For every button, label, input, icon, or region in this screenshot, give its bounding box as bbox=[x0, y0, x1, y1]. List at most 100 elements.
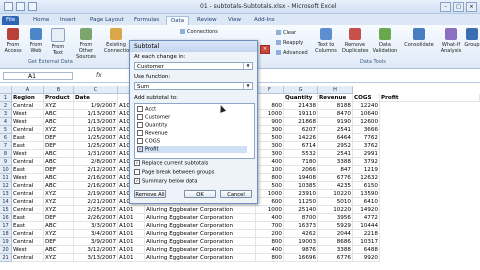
table-cell[interactable]: Central bbox=[12, 198, 44, 206]
table-cell[interactable]: Alluring Eggbeater Corporation bbox=[145, 254, 256, 262]
table-cell[interactable]: 10220 bbox=[318, 190, 353, 198]
table-cell[interactable]: 2/19/2007 bbox=[74, 190, 118, 198]
table-cell[interactable]: 9190 bbox=[318, 118, 353, 126]
table-cell[interactable]: A101 bbox=[118, 230, 145, 238]
use-function-select[interactable]: Sum ▼ bbox=[134, 82, 253, 90]
table-cell[interactable]: XYZ bbox=[44, 254, 74, 262]
table-cell[interactable]: ABC bbox=[44, 222, 74, 230]
table-cell[interactable]: 3666 bbox=[353, 126, 380, 134]
tab-formulas[interactable]: Formulas bbox=[130, 16, 163, 25]
table-cell[interactable]: 6776 bbox=[318, 254, 353, 262]
table-cell[interactable]: 6464 bbox=[318, 134, 353, 142]
header-cell[interactable]: Product bbox=[44, 94, 74, 102]
field-customer[interactable]: Customer bbox=[137, 114, 170, 121]
table-cell[interactable]: 2952 bbox=[318, 142, 353, 150]
table-cell[interactable]: East bbox=[12, 166, 44, 174]
table-cell[interactable]: Central bbox=[12, 126, 44, 134]
row-header[interactable]: 17 bbox=[0, 222, 12, 230]
consolidate-button[interactable]: Consolidate bbox=[402, 28, 436, 48]
ok-button[interactable]: OK bbox=[184, 190, 216, 198]
table-cell[interactable]: 19408 bbox=[284, 174, 318, 182]
header-cell[interactable]: Revenue bbox=[318, 94, 353, 102]
table-cell[interactable]: 300 bbox=[256, 142, 284, 150]
table-cell[interactable]: West bbox=[12, 246, 44, 254]
table-cell[interactable]: 2044 bbox=[318, 230, 353, 238]
summary-below-option[interactable]: ✓ Summary below data bbox=[134, 178, 197, 185]
table-cell[interactable]: 10385 bbox=[284, 182, 318, 190]
table-cell[interactable]: 7762 bbox=[353, 134, 380, 142]
table-cell[interactable]: 3/4/2007 bbox=[74, 230, 118, 238]
table-cell[interactable]: 3792 bbox=[353, 158, 380, 166]
table-cell[interactable]: 2/16/2007 bbox=[74, 174, 118, 182]
from-other-sources-button[interactable]: From Other Sources bbox=[72, 28, 100, 60]
table-cell[interactable]: 10317 bbox=[353, 238, 380, 246]
fx-icon[interactable]: fx bbox=[96, 72, 102, 79]
table-cell[interactable]: 1/13/2007 bbox=[74, 118, 118, 126]
tab-file[interactable]: File bbox=[2, 16, 20, 25]
table-cell[interactable]: 1219 bbox=[353, 166, 380, 174]
table-cell[interactable]: DEF bbox=[44, 134, 74, 142]
table-cell[interactable]: Central bbox=[12, 102, 44, 110]
table-cell[interactable]: 9876 bbox=[284, 246, 318, 254]
row-header[interactable]: 8 bbox=[0, 150, 12, 158]
table-cell[interactable]: XYZ bbox=[44, 190, 74, 198]
table-cell[interactable]: 600 bbox=[256, 198, 284, 206]
reapply-button[interactable]: Reapply bbox=[276, 40, 303, 46]
table-cell[interactable]: 7180 bbox=[284, 158, 318, 166]
table-cell[interactable]: 300 bbox=[256, 150, 284, 158]
field-revenue[interactable]: Revenue bbox=[137, 130, 168, 137]
row-header[interactable]: 16 bbox=[0, 214, 12, 222]
table-cell[interactable]: 21438 bbox=[284, 102, 318, 110]
tab-view[interactable]: View bbox=[224, 16, 245, 25]
table-cell[interactable]: 1/13/2007 bbox=[74, 110, 118, 118]
table-cell[interactable]: 6207 bbox=[284, 126, 318, 134]
table-cell[interactable]: 10444 bbox=[353, 222, 380, 230]
table-cell[interactable]: 1/25/2007 bbox=[74, 134, 118, 142]
row-header[interactable]: 2 bbox=[0, 102, 12, 110]
table-cell[interactable]: 1/31/2007 bbox=[74, 150, 118, 158]
field-acct[interactable]: Acct bbox=[137, 106, 156, 113]
table-cell[interactable]: 5010 bbox=[318, 198, 353, 206]
table-cell[interactable]: 1/19/2007 bbox=[74, 126, 118, 134]
table-cell[interactable]: 900 bbox=[256, 118, 284, 126]
save-icon[interactable] bbox=[16, 2, 25, 11]
table-cell[interactable]: 3/12/2007 bbox=[74, 246, 118, 254]
checkbox[interactable] bbox=[137, 122, 143, 128]
field-profit[interactable]: ✓ Profit bbox=[137, 146, 247, 153]
table-cell[interactable]: A101 bbox=[118, 254, 145, 262]
table-cell[interactable]: 14920 bbox=[353, 206, 380, 214]
checkbox[interactable] bbox=[137, 138, 143, 144]
header-cell[interactable]: Quantity bbox=[284, 94, 318, 102]
table-cell[interactable]: ABC bbox=[44, 150, 74, 158]
table-cell[interactable]: 6150 bbox=[353, 182, 380, 190]
table-cell[interactable]: 9920 bbox=[353, 254, 380, 262]
table-cell[interactable]: XYZ bbox=[44, 102, 74, 110]
table-cell[interactable]: A101 bbox=[118, 246, 145, 254]
table-cell[interactable]: Alluring Eggbeater Corporation bbox=[145, 238, 256, 246]
table-cell[interactable]: 25140 bbox=[284, 206, 318, 214]
table-cell[interactable]: 3956 bbox=[318, 214, 353, 222]
table-cell[interactable]: 16696 bbox=[284, 254, 318, 262]
text-to-columns-button[interactable]: Text to Columns bbox=[314, 28, 338, 54]
table-cell[interactable]: 2/25/2007 bbox=[74, 206, 118, 214]
checkbox-checked[interactable]: ✓ bbox=[137, 146, 143, 152]
row-header[interactable]: 9 bbox=[0, 158, 12, 166]
table-cell[interactable]: Alluring Eggbeater Corporation bbox=[145, 230, 256, 238]
close-icon[interactable]: × bbox=[466, 2, 477, 12]
table-cell[interactable]: Central bbox=[12, 182, 44, 190]
table-cell[interactable]: XYZ bbox=[44, 230, 74, 238]
table-cell[interactable]: 12600 bbox=[353, 118, 380, 126]
table-cell[interactable]: 4235 bbox=[318, 182, 353, 190]
table-cell[interactable]: 5929 bbox=[318, 222, 353, 230]
from-web-button[interactable]: From Web bbox=[26, 28, 46, 54]
cancel-button[interactable]: Cancel bbox=[220, 190, 252, 198]
table-cell[interactable]: 2066 bbox=[284, 166, 318, 174]
table-cell[interactable]: 1/9/2007 bbox=[74, 102, 118, 110]
column-header[interactable]: H bbox=[318, 86, 353, 94]
header-cell[interactable]: Profit bbox=[380, 94, 480, 102]
table-cell[interactable]: West bbox=[12, 174, 44, 182]
table-cell[interactable]: ABC bbox=[44, 158, 74, 166]
table-cell[interactable]: 1000 bbox=[256, 110, 284, 118]
table-cell[interactable]: 3/3/2007 bbox=[74, 222, 118, 230]
table-cell[interactable]: 3388 bbox=[318, 158, 353, 166]
